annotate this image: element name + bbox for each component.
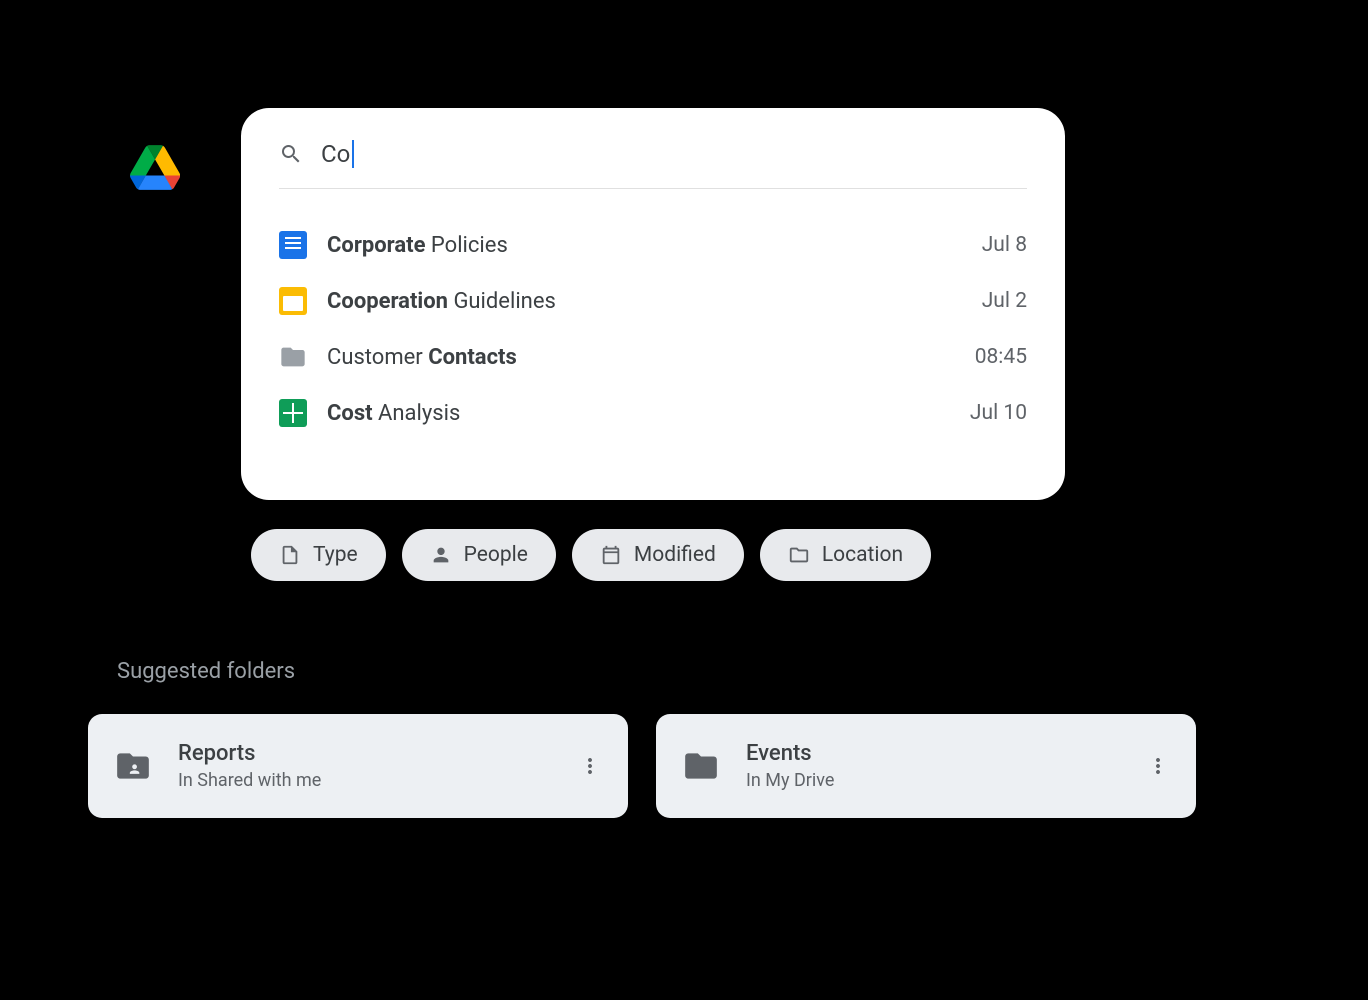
- folder-card-text: Events In My Drive: [746, 741, 1120, 791]
- type-filter-chip[interactable]: Type: [251, 529, 386, 581]
- more-options-icon[interactable]: [1146, 754, 1170, 778]
- docs-icon: [279, 231, 307, 259]
- modified-filter-chip[interactable]: Modified: [572, 529, 744, 581]
- folder-card-text: Reports In Shared with me: [178, 741, 552, 791]
- file-icon: [279, 544, 301, 566]
- result-filename: Customer Contacts: [327, 345, 955, 370]
- folder-title: Reports: [178, 741, 552, 766]
- search-query-text: Co: [321, 140, 350, 168]
- result-filename: Cooperation Guidelines: [327, 289, 962, 314]
- folder-icon: [682, 747, 720, 785]
- person-icon: [430, 544, 452, 566]
- search-icon: [279, 142, 303, 166]
- sheets-icon: [279, 399, 307, 427]
- chip-label: Location: [822, 543, 903, 567]
- search-result-item[interactable]: Corporate Policies Jul 8: [279, 217, 1027, 273]
- folder-subtitle: In My Drive: [746, 770, 1120, 791]
- result-date: 08:45: [975, 345, 1027, 369]
- drive-logo-icon: [130, 145, 180, 190]
- result-date: Jul 8: [982, 233, 1027, 257]
- more-options-icon[interactable]: [578, 754, 602, 778]
- chip-label: Modified: [634, 543, 716, 567]
- search-result-item[interactable]: Customer Contacts 08:45: [279, 329, 1027, 385]
- search-input[interactable]: Co: [321, 140, 354, 168]
- folder-subtitle: In Shared with me: [178, 770, 552, 791]
- search-result-item[interactable]: Cooperation Guidelines Jul 2: [279, 273, 1027, 329]
- folder-title: Events: [746, 741, 1120, 766]
- search-result-item[interactable]: Cost Analysis Jul 10: [279, 385, 1027, 441]
- folder-card-reports[interactable]: Reports In Shared with me: [88, 714, 628, 818]
- result-date: Jul 10: [970, 401, 1027, 425]
- calendar-icon: [600, 544, 622, 566]
- result-filename: Corporate Policies: [327, 233, 962, 258]
- result-filename: Cost Analysis: [327, 401, 950, 426]
- suggested-folders-row: Reports In Shared with me Events In My D…: [88, 714, 1196, 818]
- slides-icon: [279, 287, 307, 315]
- people-filter-chip[interactable]: People: [402, 529, 556, 581]
- search-results-list: Corporate Policies Jul 8 Cooperation Gui…: [279, 217, 1027, 441]
- folder-icon: [279, 343, 307, 371]
- result-date: Jul 2: [982, 289, 1027, 313]
- location-filter-chip[interactable]: Location: [760, 529, 931, 581]
- chip-label: People: [464, 543, 528, 567]
- search-row[interactable]: Co: [279, 140, 1027, 189]
- filter-chips-row: Type People Modified Location: [251, 529, 931, 581]
- shared-folder-icon: [114, 747, 152, 785]
- chip-label: Type: [313, 543, 358, 567]
- search-dropdown-panel: Co Corporate Policies Jul 8 Cooperation …: [241, 108, 1065, 500]
- text-cursor: [352, 140, 354, 168]
- folder-outline-icon: [788, 544, 810, 566]
- suggested-folders-heading: Suggested folders: [117, 659, 295, 684]
- folder-card-events[interactable]: Events In My Drive: [656, 714, 1196, 818]
